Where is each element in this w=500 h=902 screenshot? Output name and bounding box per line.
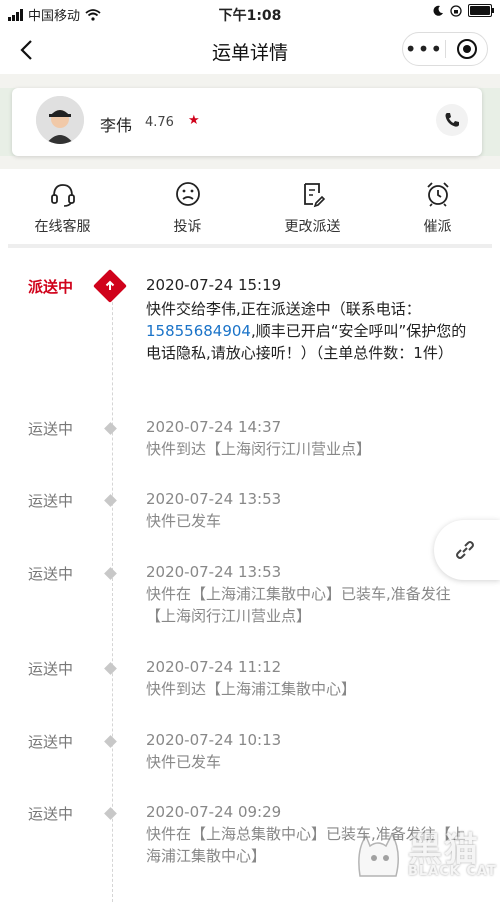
timeline-status: 运送中 [28,565,74,583]
nav-bar: 运单详情 ••• [0,26,500,74]
urge-delivery-button[interactable]: 催派 [375,170,500,242]
timeline-dot [104,567,117,580]
timeline-status: 派送中 [28,278,74,296]
orientation-lock-icon [450,4,462,17]
clock: 下午1:08 [218,8,282,24]
timeline-desc: 快件在【上海浦江集散中心】已装车,准备发往【上海闵行江川营业点】 [146,585,451,625]
driver-name: 李伟 [100,116,133,135]
timeline-dot [104,422,117,435]
copy-link-button[interactable] [434,520,500,580]
black-cat-logo-icon [358,832,399,877]
change-delivery-button[interactable]: 更改派送 [250,170,375,242]
moon-icon [433,5,443,16]
action-row: 在线客服 投诉 更改派送 催派 [0,170,500,242]
more-button[interactable]: ••• [403,33,445,65]
driver-rating: 4.76 [145,115,174,130]
miniprogram-capsule: ••• [402,32,488,66]
up-arrow-icon [105,280,115,290]
timeline-desc: 快件已发车 [146,512,222,530]
target-icon [456,39,477,59]
alarm-clock-icon [426,182,449,207]
headset-icon [50,184,75,207]
timeline-status: 运送中 [28,420,74,438]
timeline-status: 运送中 [28,805,74,823]
watermark-en: BLACK CAT [408,864,497,879]
desc-text: 快件交给李伟,正在派送途中（联系电话： [146,300,421,318]
timeline-time: 2020-07-24 13:53 [146,563,282,581]
timeline-time: 2020-07-24 14:37 [146,418,282,436]
star-icon: ★ [188,113,200,128]
timeline-time: 2020-07-24 09:29 [146,803,282,821]
timeline-desc: 快件交给李伟,正在派送途中（联系电话：15855684904,顺丰已开启“安全呼… [146,298,471,364]
action-label: 投诉 [173,219,202,235]
timeline-desc: 快件已发车 [146,753,222,771]
tracking-timeline: 派送中 2020-07-24 15:19 快件交给李伟,正在派送途中（联系电话：… [0,248,500,902]
timeline-dot [104,662,117,675]
edit-document-icon [303,183,325,208]
complaint-button[interactable]: 投诉 [125,170,250,242]
courier-avatar-icon [36,96,84,144]
driver-card: 李伟 4.76 ★ [12,88,482,156]
map-road [0,156,500,169]
timeline-dot [104,735,117,748]
timeline-time: 2020-07-24 15:19 [146,276,282,294]
timeline-time: 2020-07-24 10:13 [146,731,282,749]
delivering-marker [93,269,127,303]
action-label: 在线客服 [34,219,91,235]
map-road [0,74,500,88]
timeline-desc: 快件到达【上海闵行江川营业点】 [146,440,372,458]
timeline-status: 运送中 [28,492,74,510]
online-service-button[interactable]: 在线客服 [0,170,125,242]
timeline-time: 2020-07-24 11:12 [146,658,282,676]
battery-icon [468,4,494,17]
close-miniprogram-button[interactable] [446,38,487,60]
action-label: 催派 [423,219,452,235]
link-icon [456,541,474,559]
timeline-status: 运送中 [28,733,74,751]
phone-icon [445,113,459,127]
call-driver-button[interactable] [436,104,468,136]
timeline-dot [104,807,117,820]
timeline-status: 运送中 [28,660,74,678]
watermark: 黑猫 BLACK CAT [352,822,500,889]
timeline-time: 2020-07-24 13:53 [146,490,282,508]
avatar [36,96,84,144]
timeline-dot [104,494,117,507]
courier-phone-link[interactable]: 15855684904 [146,322,251,340]
timeline-desc: 快件到达【上海浦江集散中心】 [146,680,357,698]
status-bar-right [432,4,494,17]
status-bar: 中国移动 下午1:08 [0,0,500,26]
action-label: 更改派送 [284,219,341,235]
sad-face-icon [175,182,200,206]
